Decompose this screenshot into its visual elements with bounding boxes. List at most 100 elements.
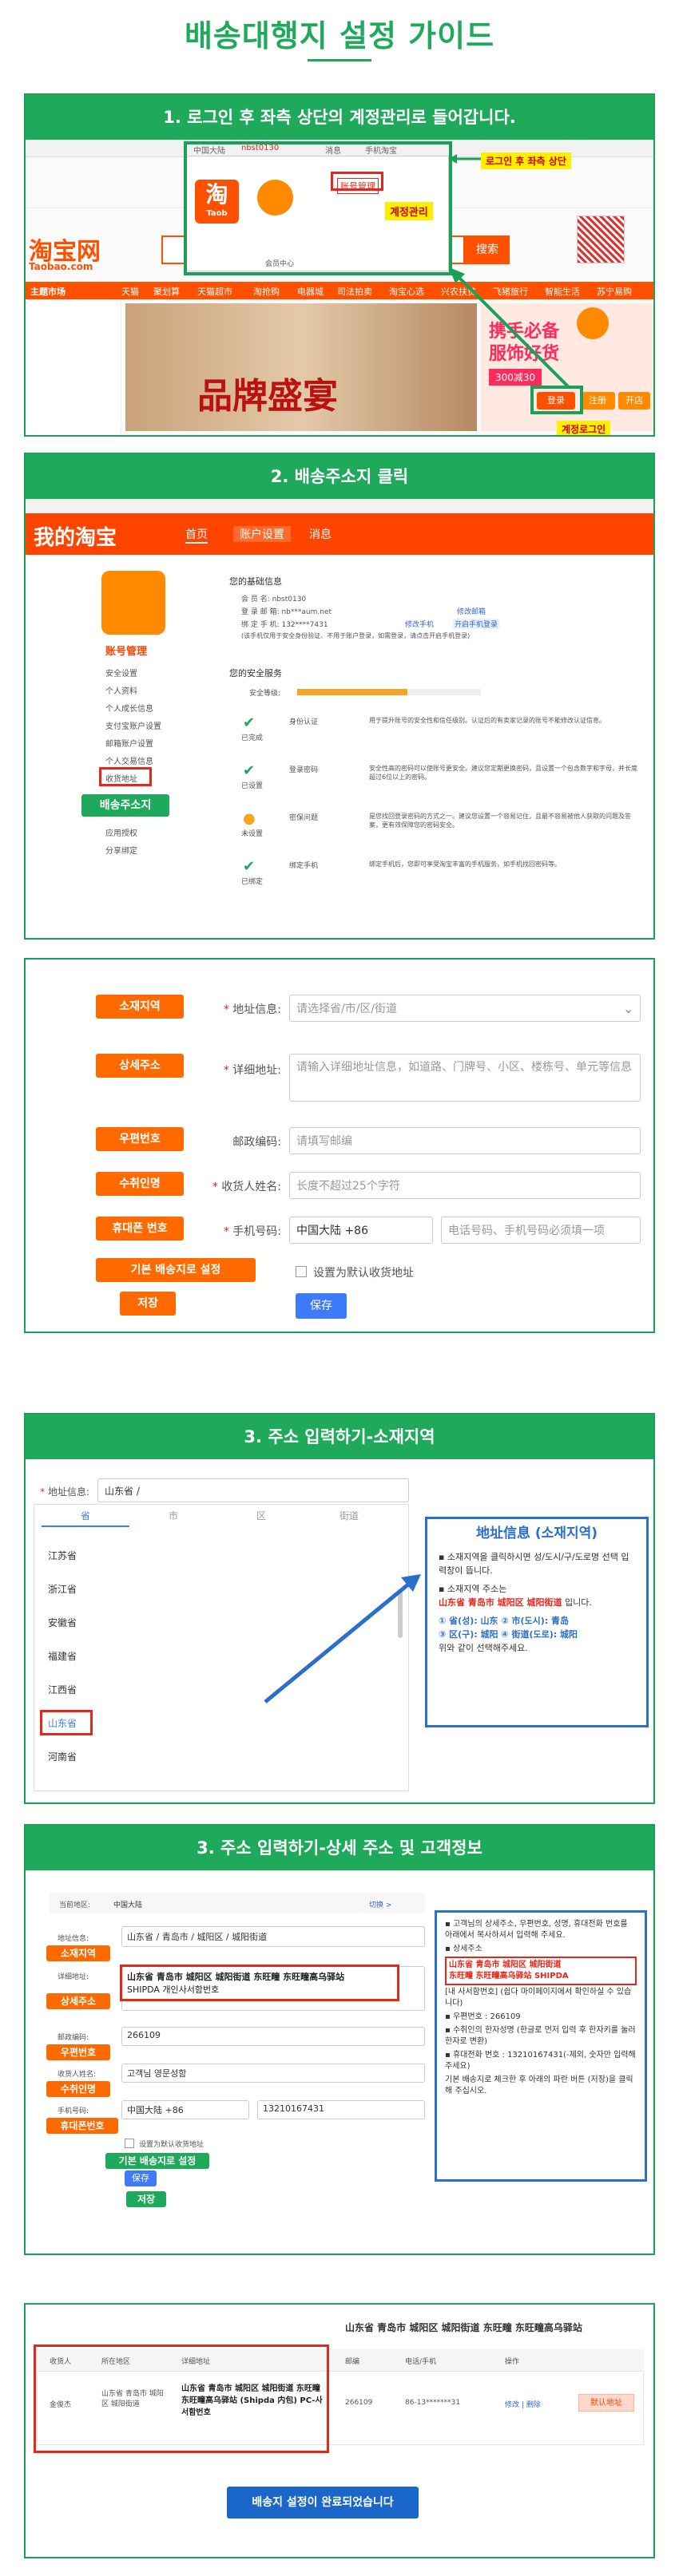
sec-desc: 绑定手机后，您即可享受淘宝丰富的手机服务，如手机找回密码等。 [369,861,561,868]
mt-tab-home[interactable]: 首页 [185,526,208,544]
my-taobao-logo[interactable]: 我的淘宝 [34,521,117,551]
detail-textarea[interactable]: 请输入详细地址信息，如道路、门牌号、小区、楼栋号、单元等信息 [289,1054,641,1102]
basic-info-title: 您的基础信息 [229,576,282,587]
form-panel: 소재지역 * 地址信息: 请选择省/市/区/街道 ⌄ 상세주소 * 详细地址: … [24,958,655,1333]
phone-input[interactable]: 13210167431 [257,2100,425,2119]
info-p3: [내 사서함번호] (쉽다 마이페이지에서 확인하실 수 있습니다) [445,1988,632,2008]
province-item[interactable]: 福建省 [48,1649,77,1663]
info-p7: 기본 배송지로 체크한 후 아래의 파란 버튼 (저장)을 클릭해 주십시오. [445,2075,633,2095]
done-button[interactable]: 배송지 설정이 완료되었습니다 [227,2487,419,2519]
recipient-input[interactable]: 고객님 영문성함 [121,2064,425,2083]
postcode-input[interactable]: 请填写邮编 [289,1127,641,1154]
mt-tab-message[interactable]: 消息 [309,526,332,542]
info-p6-text: 휴대전화 번호 : 13210167431(-제외, 숫자만 입력해 주세요) [445,2051,636,2071]
info-title: 地址信息 (소재지역) [475,1525,598,1541]
label-phone: * 手机号码: [223,1225,281,1238]
tag-recipient: 수취인명 [96,1172,184,1196]
highlight-address [99,767,152,786]
side-item[interactable]: 支付宝账户设置 [105,719,161,731]
mt-topbar [26,499,653,513]
register-button[interactable]: 注册 [580,392,615,410]
recipient-input[interactable]: 长度不超过25个字符 [289,1172,641,1199]
tag-region: 소재지역 [96,995,184,1019]
side-item[interactable]: 个人成长信息 [105,702,153,714]
province-item[interactable]: 河南省 [48,1750,77,1763]
save-button[interactable]: 保存 [125,2170,157,2186]
addr-label-text: 地址信息: [47,1486,89,1498]
mascot-icon [577,307,609,339]
arrow-to-info [264,1574,421,1703]
tag-region: 소재지역 [46,1945,110,1961]
label-detail-text: 详细地址: [232,1064,281,1077]
dropdown-tab-city[interactable]: 市 [129,1509,217,1522]
highlight-address-row [34,2345,329,2453]
shop-button[interactable]: 开店 [618,392,650,410]
default-address-button[interactable]: 默认地址 [578,2394,634,2412]
title-underline [308,59,371,61]
side-item[interactable]: 邮箱账户设置 [105,737,153,749]
info-p4-text: 우편번호 : 266109 [452,2012,521,2021]
nav-item[interactable]: 司法拍卖 [337,285,372,298]
default-label: 设置为默认收货地址 [313,1267,414,1280]
postcode-input[interactable]: 266109 [121,2027,425,2046]
phone-input[interactable]: 电话号码、手机号码必须填一项 [441,1217,641,1244]
switch-link[interactable]: 切换 > [369,1899,391,1909]
sec-status: 已完成 [241,734,264,742]
dropdown-tab-district[interactable]: 区 [217,1509,305,1522]
profile-title[interactable]: 账号管理 [105,643,147,658]
side-item[interactable]: 安全设置 [105,667,137,679]
nav-item[interactable]: 主题市场 [30,285,66,298]
side-item[interactable]: 个人交易信息 [105,754,153,766]
region-select[interactable]: 请选择省/市/区/街道 [289,995,641,1022]
th-phone: 电话/手机 [405,2358,437,2366]
dropdown-tab-street[interactable]: 街道 [305,1509,393,1522]
final-panel: 山东省 青岛市 城阳区 城阳街道 东旺疃 东旺疃高乌驿站 收货人 所在地区 详细… [24,2303,655,2558]
label-region-text: 地址信息: [232,1003,281,1016]
default-checkbox[interactable] [296,1266,307,1277]
enable-phone-login-link[interactable]: 开启手机登录 [453,619,500,629]
side-item[interactable]: 应用授权 [105,826,137,838]
nav-item[interactable]: 天猫 [121,285,139,298]
default-checkbox[interactable] [125,2139,134,2148]
profile-avatar [101,571,165,635]
province-item[interactable]: 安徽省 [48,1616,77,1629]
mt-tab-account[interactable]: 账户设置 [233,526,291,542]
edit-email-link[interactable]: 修改邮箱 [457,606,486,616]
province-item[interactable]: 江苏省 [48,1549,77,1562]
region-select-open[interactable]: 山东省 / [97,1478,409,1502]
nav-item[interactable]: 聚划算 [153,285,180,298]
arrow-account [449,154,481,164]
edit-phone-link[interactable]: 修改手机 [405,619,434,629]
phone-country-select[interactable]: 中国大陆 +86 [121,2100,249,2119]
highlight-detail [120,1965,399,2001]
category-list [26,299,121,435]
nav-item[interactable]: 淘宝心选 [389,285,424,298]
side-item[interactable]: 个人资料 [105,684,137,696]
warning-icon: ● [243,810,256,827]
step1-panel: 1. 로그인 후 좌측 상단의 계정관리로 들어갑니다. 中国大陆 nbst01… [24,93,655,437]
region-select[interactable]: 山东省 / 青岛市 / 城阳区 / 城阳街道 [121,1926,425,1947]
sec-name: 登录密码 [289,766,319,774]
cell-ops[interactable]: 修改 | 删除 [505,2399,541,2409]
info-line: ▪ 소재지역을 클릭하시면 성/도시/구/도로명 선택 입력창이 뜹니다. [439,1552,629,1576]
province-item[interactable]: 江西省 [48,1683,77,1696]
side-item[interactable]: 分享绑定 [105,844,137,856]
save-button[interactable]: 保存 [296,1293,347,1319]
nav-item[interactable]: 天猫超市 [197,285,232,298]
province-item[interactable]: 浙江省 [48,1582,77,1596]
qr-code [577,216,625,263]
security-level-bar [297,689,481,695]
basic-row: 登 录 邮 箱: nb***aum.net [241,608,332,616]
tag-address: 배송주소지 [81,794,169,817]
label-recipient-text: 收货人姓名: [221,1181,281,1193]
tag-default: 기본 배송지로 설정 [96,1258,256,1282]
highlight-province [40,1710,93,1735]
nav-item[interactable]: 苏宁易购 [597,285,632,298]
nav-item[interactable]: 电器城 [297,285,324,298]
taobao-url: Taobao.com [29,261,93,272]
phone-country-select[interactable]: 中国大陆 +86 [289,1217,433,1244]
nav-item[interactable]: 淘抢购 [253,285,280,298]
dropdown-tab-province[interactable]: 省 [42,1509,129,1527]
info-l4: ③ 区(구): 城阳 ④ 街道(도로): 城阳 [439,1629,578,1640]
page-title: 배송대행지 설정 가이드 [184,18,495,53]
